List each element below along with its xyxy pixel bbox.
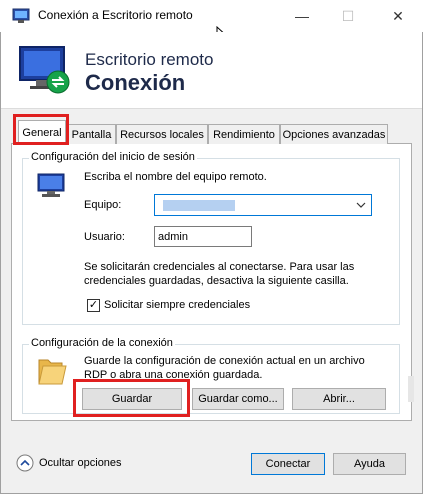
maximize-icon: ☐ xyxy=(341,7,355,24)
open-button-label: Abrir... xyxy=(323,393,355,405)
user-value: admin xyxy=(158,231,188,243)
tab-label: Pantalla xyxy=(71,128,112,141)
tab-label: Opciones avanzadas xyxy=(282,128,386,141)
maximize-button[interactable]: ☐ xyxy=(325,0,371,32)
banner-subtitle: Escritorio remoto xyxy=(85,50,214,69)
tab-opciones-avanzadas[interactable]: Opciones avanzadas xyxy=(280,124,388,144)
logon-info-line2: credenciales guardadas, desactiva la sig… xyxy=(84,275,349,287)
highlight-general-tab xyxy=(13,114,69,145)
tab-rendimiento[interactable]: Rendimiento xyxy=(208,124,280,144)
checkmark-icon: ✓ xyxy=(88,299,99,311)
tab-label: Rendimiento xyxy=(213,128,275,141)
help-button-label: Ayuda xyxy=(354,458,385,470)
hide-options-link[interactable]: Ocultar opciones xyxy=(39,457,122,469)
logon-group-title: Configuración del inicio de sesión xyxy=(29,151,197,163)
connect-button[interactable]: Conectar xyxy=(251,453,325,475)
collapse-options-icon[interactable] xyxy=(16,454,34,472)
tab-label: Recursos locales xyxy=(120,128,204,141)
open-button[interactable]: Abrir... xyxy=(292,388,386,410)
blurred-computer-name xyxy=(163,200,235,211)
save-as-button-label: Guardar como... xyxy=(198,393,278,405)
user-field[interactable]: admin xyxy=(154,226,252,247)
computer-label: Equipo: xyxy=(84,199,122,211)
window-title: Conexión a Escritorio remoto xyxy=(38,8,193,22)
connect-button-label: Conectar xyxy=(265,458,311,470)
logon-instruction: Escriba el nombre del equipo remoto. xyxy=(84,171,267,183)
help-button[interactable]: Ayuda xyxy=(333,453,406,475)
close-icon: ✕ xyxy=(392,7,404,24)
checkbox-label[interactable]: Solicitar siempre credenciales xyxy=(104,299,250,311)
highlight-save-button xyxy=(73,379,190,417)
remote-desktop-icon xyxy=(19,46,70,94)
banner-divider xyxy=(1,108,422,109)
always-ask-credentials-checkbox[interactable]: ✓ xyxy=(87,299,100,312)
logon-info-line1: Se solicitarán credenciales al conectars… xyxy=(84,261,355,273)
window-edge-grip xyxy=(408,376,414,402)
chevron-down-icon[interactable] xyxy=(356,201,366,209)
banner-title: Conexión xyxy=(85,70,186,95)
app-icon xyxy=(12,8,30,23)
tab-pantalla[interactable]: Pantalla xyxy=(67,124,116,144)
save-as-button[interactable]: Guardar como... xyxy=(192,388,284,410)
folder-icon xyxy=(38,359,67,385)
tab-recursos-locales[interactable]: Recursos locales xyxy=(116,124,208,144)
computer-combobox[interactable] xyxy=(154,194,372,216)
computer-icon xyxy=(37,173,65,197)
close-button[interactable]: ✕ xyxy=(375,0,421,32)
minimize-icon: — xyxy=(295,8,309,24)
user-label: Usuario: xyxy=(84,231,125,243)
minimize-button[interactable]: — xyxy=(279,0,325,32)
connection-info-line1: Guarde la configuración de conexión actu… xyxy=(84,355,365,367)
title-bar[interactable]: Conexión a Escritorio remoto — ☐ ✕ xyxy=(0,0,423,32)
connection-group-title: Configuración de la conexión xyxy=(29,337,175,349)
